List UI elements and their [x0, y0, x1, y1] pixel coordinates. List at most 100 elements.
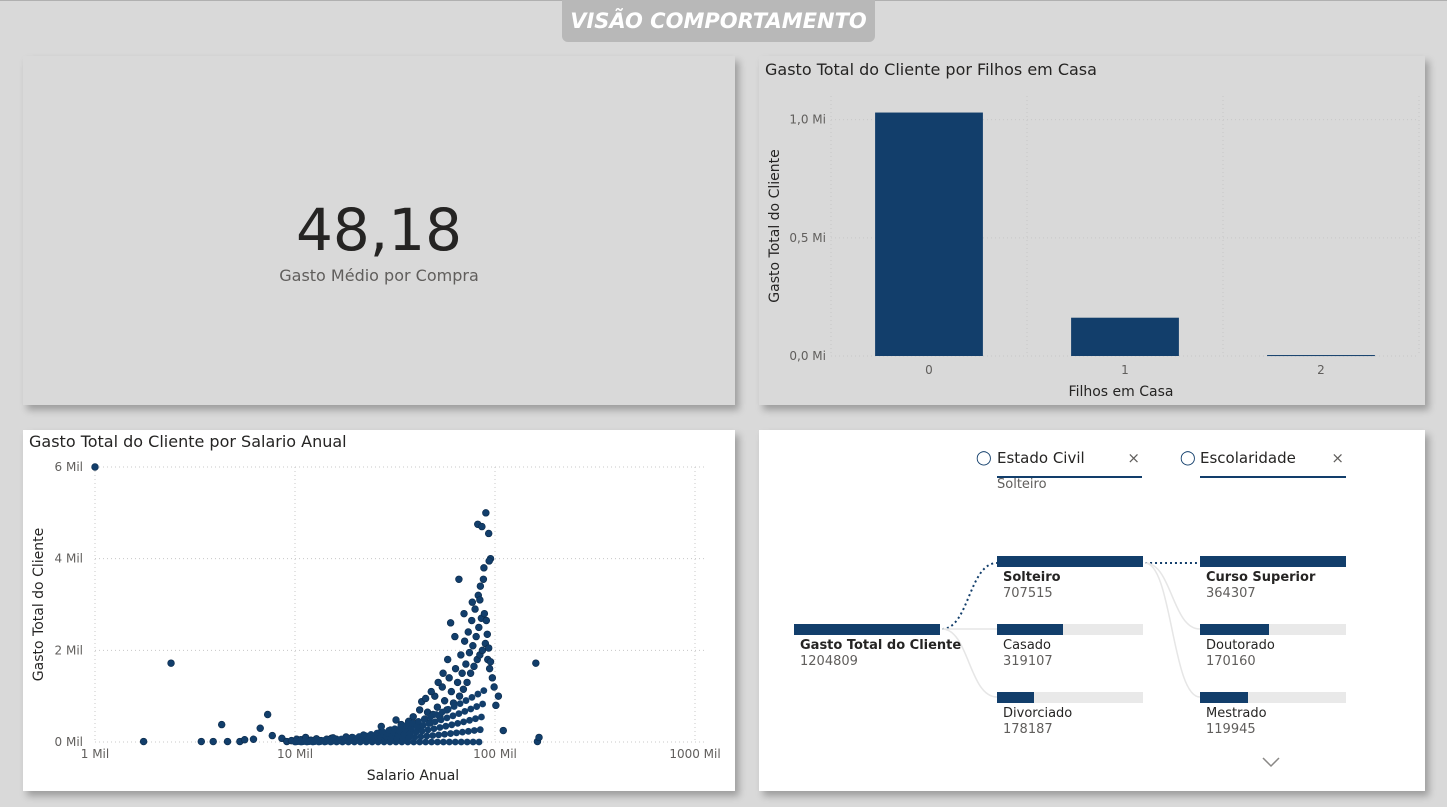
scatter-point	[167, 659, 175, 667]
scatter-point	[441, 730, 449, 738]
scatter-point	[458, 669, 466, 677]
scatter-point	[453, 729, 460, 737]
scatter-point	[197, 737, 205, 746]
bar	[1071, 317, 1179, 356]
scatter-point	[463, 678, 471, 687]
node-bar-fill	[794, 624, 940, 635]
scatter-point	[450, 703, 458, 710]
scatter-point	[445, 674, 453, 682]
decomposition-tree-card[interactable]: ◯ Estado Civil × Solteiro ◯ Escolaridade…	[759, 430, 1425, 791]
node-value: 1204809	[800, 654, 858, 669]
y-tick-label: 0,5 Mi	[789, 231, 826, 245]
scatter-point	[436, 724, 444, 731]
scatter-point	[469, 738, 477, 746]
scatter-point	[448, 721, 456, 729]
scatter-point	[480, 609, 489, 618]
x-tick-label: 10 Mil	[277, 747, 313, 761]
x-tick-label: 1	[1121, 363, 1129, 377]
scatter-point	[440, 697, 449, 705]
scatter-point	[456, 700, 464, 707]
scatter-point	[535, 733, 543, 742]
scatter-point	[484, 644, 493, 652]
scatter-point	[434, 738, 441, 746]
x-tick-label: 1 Mil	[81, 747, 109, 761]
scatter-point	[446, 619, 455, 627]
scatter-chart-card[interactable]: Gasto Total do Cliente por Salario Anual…	[23, 430, 735, 791]
scatter-point	[453, 678, 462, 687]
scatter-point	[460, 718, 468, 726]
y-tick-label: 6 Mil	[55, 460, 83, 474]
node-value: 364307	[1206, 586, 1256, 601]
scatter-point	[468, 693, 476, 701]
scatter-point	[455, 575, 463, 583]
kpi-label: Gasto Médio por Compra	[279, 266, 479, 285]
scatter-point	[451, 664, 460, 673]
node-label: Divorciado	[1003, 706, 1073, 721]
scatter-point	[476, 726, 484, 734]
connector-solteiro-doutorado	[1144, 562, 1201, 630]
kpi-card[interactable]: 48,18 Gasto Médio por Compra	[23, 56, 735, 405]
scatter-point	[479, 575, 488, 583]
scatter-point	[434, 678, 442, 687]
scatter-point	[425, 720, 433, 727]
scatter-point	[451, 632, 459, 641]
scatter-point	[256, 724, 264, 732]
scatter-point	[421, 694, 430, 703]
x-tick-label: 1000 Mil	[669, 747, 720, 761]
scatter-point	[440, 738, 447, 746]
scatter-point	[457, 651, 465, 659]
scatter-point	[449, 712, 457, 720]
header-subtitle: Solteiro	[997, 477, 1047, 492]
node-bar-fill	[997, 692, 1034, 703]
scatter-point	[443, 655, 452, 664]
scatter-point	[475, 623, 483, 632]
header-label: Estado Civil	[997, 449, 1085, 467]
scatter-point	[464, 628, 472, 636]
scatter-point	[457, 738, 465, 746]
scatter-point	[475, 738, 483, 746]
y-tick-label: 2 Mil	[55, 643, 83, 657]
scatter-point	[437, 716, 445, 724]
scatter-point	[482, 616, 491, 625]
scatter-point	[499, 726, 507, 735]
x-axis-label: Filhos em Casa	[1069, 384, 1174, 400]
scatter-point	[476, 582, 485, 590]
header-label: Escolaridade	[1200, 449, 1296, 467]
scatter-point	[249, 735, 258, 743]
scatter-point	[476, 596, 484, 604]
scatter-point	[470, 662, 478, 671]
scatter-point	[467, 705, 475, 713]
scatter-point	[240, 736, 249, 744]
scatter-point	[435, 731, 443, 739]
scatter-point	[483, 630, 491, 638]
scatter-point	[473, 703, 481, 710]
scatter-point	[217, 720, 226, 729]
bar-chart-card[interactable]: Gasto Total do Cliente por Filhos em Cas…	[759, 56, 1425, 405]
x-tick-label: 100 Mil	[473, 747, 517, 761]
x-tick-label: 0	[925, 363, 933, 377]
close-icon[interactable]: ×	[1331, 449, 1344, 467]
header-estado-civil[interactable]: ◯ Estado Civil ×	[976, 448, 1142, 478]
scatter-chart: 0 Mil 2 Mil 4 Mil 6 Mil 1 Mil 10 Mil 100 Mil 10…	[31, 460, 721, 784]
scatter-point	[459, 685, 468, 693]
scatter-point	[268, 731, 276, 740]
scatter-point	[532, 659, 540, 667]
header-escolaridade[interactable]: ◯ Escolaridade ×	[1180, 448, 1346, 478]
scatter-point	[431, 718, 439, 726]
scatter-point	[478, 713, 485, 721]
scatter-point	[442, 722, 450, 730]
scatter-point	[263, 710, 272, 719]
scatter-point	[471, 605, 479, 613]
node-bar-fill	[1200, 692, 1249, 703]
close-icon[interactable]: ×	[1127, 449, 1140, 467]
scatter-point	[429, 732, 437, 739]
scatter-point	[492, 701, 500, 710]
y-axis-label: Gasto Total do Cliente	[31, 528, 47, 681]
scatter-point	[464, 727, 472, 735]
scatter-point	[91, 463, 99, 471]
scatter-point	[423, 732, 431, 740]
node-label: Doutorado	[1206, 638, 1275, 653]
chevron-down-icon[interactable]	[1261, 756, 1281, 768]
scatter-point	[459, 728, 466, 736]
scatter-point	[478, 522, 486, 531]
